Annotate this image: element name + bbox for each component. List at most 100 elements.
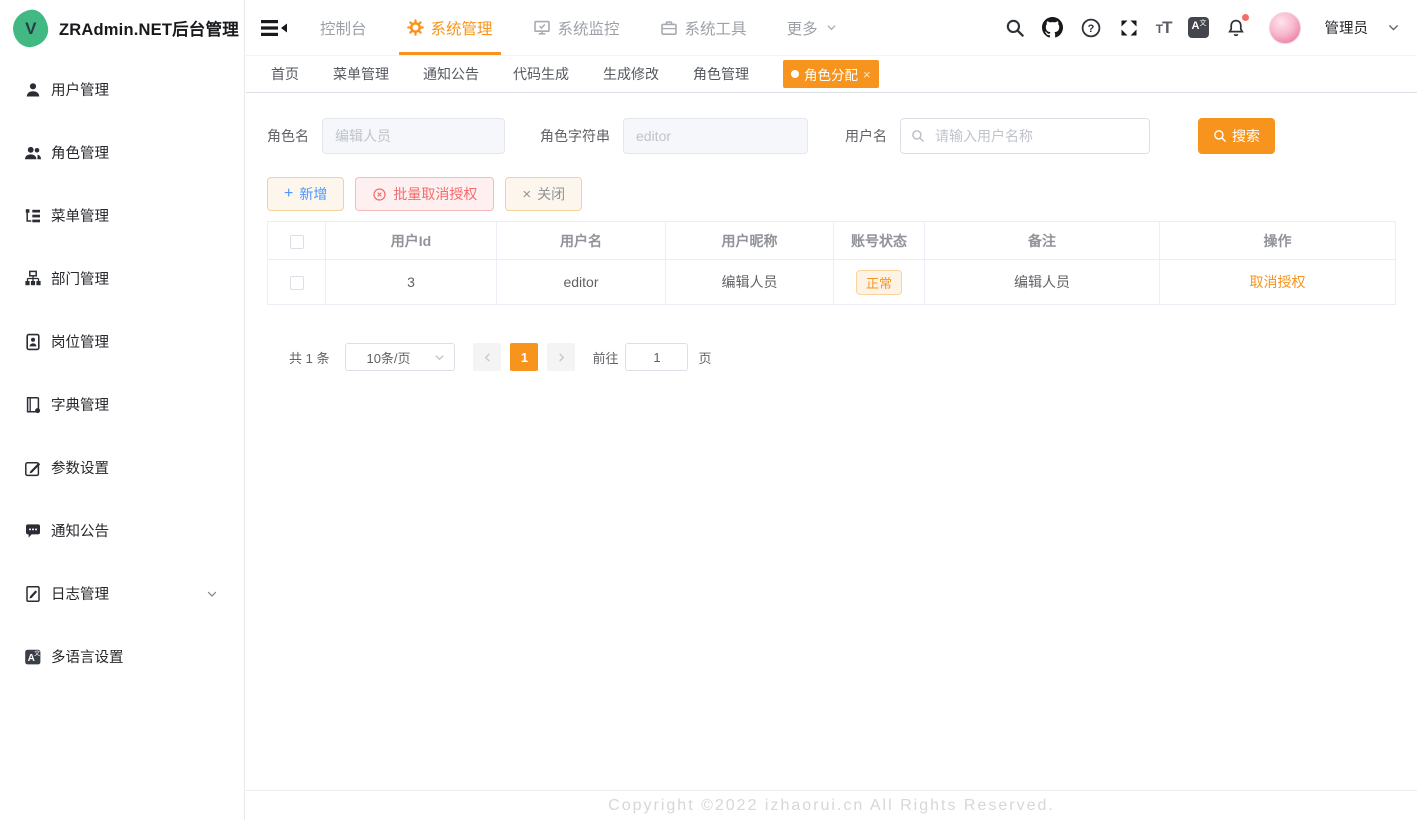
table-row: 3 editor 编辑人员 正常 编辑人员 取消授权 xyxy=(268,260,1396,305)
page-unit-label: 页 xyxy=(698,348,711,367)
sidebar-item-param-settings[interactable]: 参数设置 xyxy=(0,436,244,499)
nav-item-system-mgmt[interactable]: 系统管理 xyxy=(405,0,495,55)
svg-text:文: 文 xyxy=(34,649,40,657)
tab-close-icon[interactable]: × xyxy=(863,68,871,81)
pagination: 共 1 条 10条/页 1 前往 页 xyxy=(289,343,1396,371)
log-document-icon xyxy=(24,585,42,603)
page-size-select[interactable]: 10条/页 xyxy=(345,343,455,371)
nav-item-more[interactable]: 更多 xyxy=(785,0,840,55)
batch-cancel-auth-button[interactable]: 批量取消授权 xyxy=(355,177,494,211)
cancel-auth-link[interactable]: 取消授权 xyxy=(1250,274,1306,290)
cell-user-name: editor xyxy=(497,260,666,305)
dictionary-icon xyxy=(24,396,42,414)
tab-label: 角色分配 xyxy=(804,64,858,84)
font-size-icon[interactable]: TT xyxy=(1156,18,1172,38)
prev-page-button[interactable] xyxy=(473,343,501,371)
add-button[interactable]: + 新增 xyxy=(267,177,344,211)
page-size-value: 10条/页 xyxy=(366,348,410,367)
batch-cancel-label: 批量取消授权 xyxy=(393,184,477,204)
language-switch-icon[interactable]: A文 xyxy=(1188,17,1209,38)
id-badge-icon xyxy=(24,333,42,351)
pagination-total: 共 1 条 xyxy=(289,348,329,367)
search-button-label: 搜索 xyxy=(1232,126,1260,146)
user-name-input[interactable] xyxy=(900,118,1150,154)
input-search-icon xyxy=(911,129,925,143)
sidebar-item-dict-mgmt[interactable]: 字典管理 xyxy=(0,373,244,436)
row-checkbox[interactable] xyxy=(290,276,304,290)
nav-item-dashboard[interactable]: 控制台 xyxy=(318,0,369,55)
page-number-current[interactable]: 1 xyxy=(510,343,538,371)
active-tab-dot xyxy=(791,70,799,78)
user-menu-chevron-icon[interactable] xyxy=(1386,20,1401,35)
role-name-label: 角色名 xyxy=(267,126,309,146)
sidebar-item-post-mgmt[interactable]: 岗位管理 xyxy=(0,310,244,373)
fullscreen-icon[interactable] xyxy=(1118,17,1140,39)
search-icon[interactable] xyxy=(1004,17,1026,39)
tab-role-mgmt[interactable]: 角色管理 xyxy=(693,64,749,84)
header-actions: ? TT A文 管理员 xyxy=(1004,12,1401,44)
notification-bell-icon[interactable] xyxy=(1225,17,1247,39)
notification-dot xyxy=(1242,14,1249,21)
close-button[interactable]: × 关闭 xyxy=(505,177,582,211)
next-page-button[interactable] xyxy=(547,343,575,371)
nav-item-system-monitor[interactable]: 系统监控 xyxy=(531,0,622,55)
chevron-left-icon xyxy=(481,351,494,364)
close-button-label: 关闭 xyxy=(537,184,565,204)
sidebar-item-label: 字典管理 xyxy=(51,394,109,415)
sidebar: V ZRAdmin.NET后台管理 用户管理 角色管理 菜单管理 部门管理 岗位… xyxy=(0,0,245,820)
nav-item-system-tools[interactable]: 系统工具 xyxy=(658,0,749,55)
tab-menu-mgmt[interactable]: 菜单管理 xyxy=(333,64,389,84)
sidebar-item-label: 岗位管理 xyxy=(51,331,109,352)
cell-nickname: 编辑人员 xyxy=(666,260,834,305)
avatar[interactable] xyxy=(1269,12,1301,44)
nav-label: 更多 xyxy=(787,17,818,39)
col-nickname: 用户昵称 xyxy=(666,222,834,260)
select-all-checkbox[interactable] xyxy=(290,235,304,249)
role-name-input xyxy=(322,118,505,154)
user-name-input-wrap xyxy=(900,118,1150,154)
chevron-down-icon xyxy=(433,351,446,364)
tab-gen-edit[interactable]: 生成修改 xyxy=(603,64,659,84)
edit-square-icon xyxy=(24,459,42,477)
sidebar-item-label: 部门管理 xyxy=(51,268,109,289)
app-logo-row[interactable]: V ZRAdmin.NET后台管理 xyxy=(0,0,244,56)
sidebar-item-notice[interactable]: 通知公告 xyxy=(0,499,244,562)
copyright-text: Copyright ©2022 izhaorui.cn All Rights R… xyxy=(608,797,1055,815)
sidebar-item-log-mgmt[interactable]: 日志管理 xyxy=(0,562,244,625)
tab-notice[interactable]: 通知公告 xyxy=(423,64,479,84)
sidebar-item-menu-mgmt[interactable]: 菜单管理 xyxy=(0,184,244,247)
toolbox-icon xyxy=(660,19,678,37)
sidebar-item-label: 日志管理 xyxy=(51,583,109,604)
sidebar-item-label: 通知公告 xyxy=(51,520,109,541)
tab-role-assign-active[interactable]: 角色分配 × xyxy=(783,60,879,88)
role-key-label: 角色字符串 xyxy=(540,126,610,146)
status-badge: 正常 xyxy=(856,270,902,295)
help-icon[interactable]: ? xyxy=(1080,17,1102,39)
sidebar-item-label: 菜单管理 xyxy=(51,205,109,226)
app-title: ZRAdmin.NET后台管理 xyxy=(59,16,239,40)
main-content: 角色名 角色字符串 用户名 搜索 + 新增 批量取消授权 × 关闭 xyxy=(246,93,1417,790)
close-icon: × xyxy=(522,187,531,202)
translate-icon: A文 xyxy=(24,648,42,666)
tab-code-gen[interactable]: 代码生成 xyxy=(513,64,569,84)
col-user-id: 用户Id xyxy=(326,222,497,260)
role-key-input xyxy=(623,118,808,154)
tab-home[interactable]: 首页 xyxy=(271,64,299,84)
chat-bubble-icon xyxy=(24,522,42,540)
cancel-circle-icon xyxy=(372,187,387,202)
sidebar-item-language-settings[interactable]: A文 多语言设置 xyxy=(0,625,244,688)
github-icon[interactable] xyxy=(1042,17,1064,39)
sidebar-item-label: 参数设置 xyxy=(51,457,109,478)
plus-icon: + xyxy=(284,186,293,202)
goto-page-input[interactable] xyxy=(625,343,688,371)
gear-icon xyxy=(407,19,424,36)
add-button-label: 新增 xyxy=(299,184,327,204)
username[interactable]: 管理员 xyxy=(1325,17,1369,38)
sidebar-item-role-mgmt[interactable]: 角色管理 xyxy=(0,121,244,184)
sidebar-item-user-mgmt[interactable]: 用户管理 xyxy=(0,58,244,121)
org-chart-icon xyxy=(24,270,42,288)
sidebar-item-dept-mgmt[interactable]: 部门管理 xyxy=(0,247,244,310)
nav-label: 系统工具 xyxy=(685,17,747,39)
search-button[interactable]: 搜索 xyxy=(1198,118,1275,154)
sidebar-fold-icon[interactable] xyxy=(260,16,288,40)
